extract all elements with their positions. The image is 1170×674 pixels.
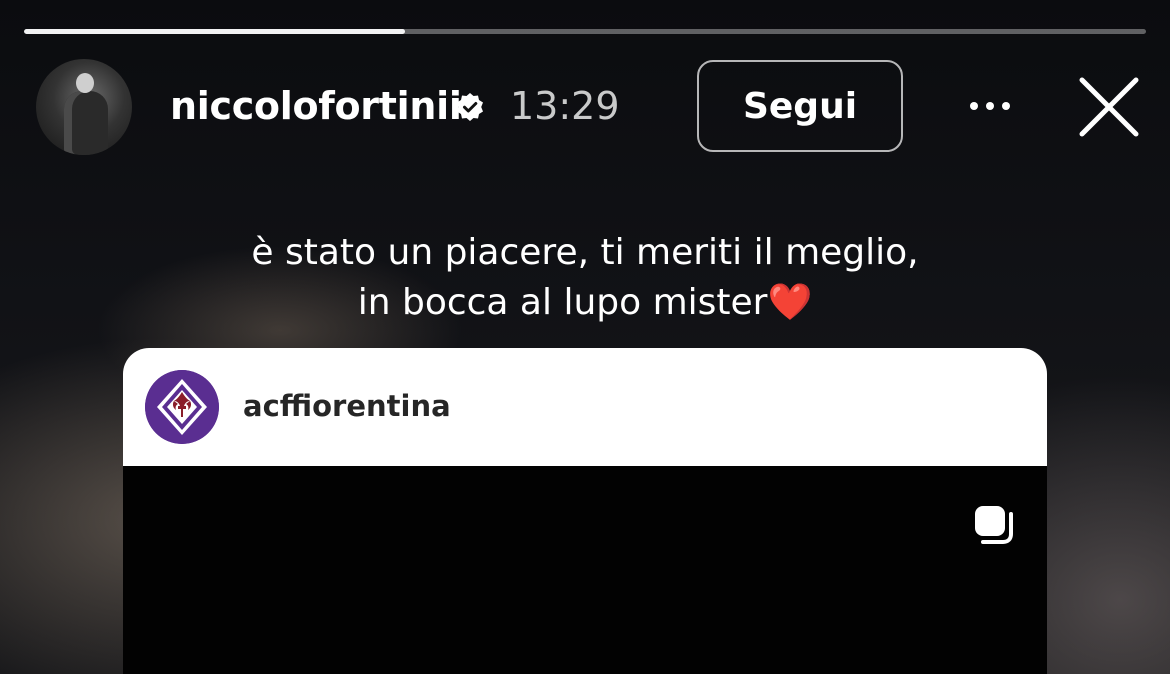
more-options-icon[interactable]: [960, 86, 1020, 126]
reshared-post-username[interactable]: acffiorentina: [243, 386, 451, 426]
story-caption: è stato un piacere, ti meriti il meglio,…: [85, 228, 1085, 328]
reshared-post-media[interactable]: [123, 466, 1047, 674]
story-timestamp: 13:29: [510, 84, 620, 128]
user-avatar[interactable]: [36, 59, 132, 155]
story-progress-bar: [24, 29, 1146, 34]
reshared-post-header: acffiorentina: [123, 348, 1047, 466]
reshared-post-card[interactable]: acffiorentina: [123, 348, 1047, 674]
caption-line-1: è stato un piacere, ti meriti il meglio,: [251, 232, 919, 273]
verified-badge-icon: [457, 93, 483, 121]
carousel-icon: [975, 506, 1013, 544]
close-icon[interactable]: [1076, 74, 1142, 140]
follow-button[interactable]: Segui: [697, 60, 903, 152]
caption-line-2: in bocca al lupo mister❤️: [85, 278, 1085, 328]
caption-line-2-text: in bocca al lupo mister: [357, 282, 768, 323]
story-viewer: niccolofortinii 13:29 Segui è stato un p…: [0, 0, 1170, 674]
heart-emoji: ❤️: [767, 282, 813, 323]
fiorentina-logo-avatar[interactable]: [145, 370, 219, 444]
username[interactable]: niccolofortinii: [170, 82, 462, 130]
story-progress-fill: [24, 29, 406, 34]
